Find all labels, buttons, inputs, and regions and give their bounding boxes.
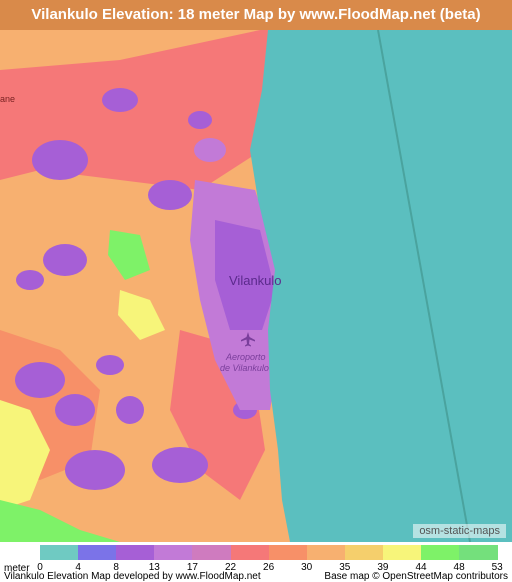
legend-swatch bbox=[40, 545, 79, 560]
depression bbox=[15, 362, 65, 398]
sea-area bbox=[250, 30, 512, 542]
depression bbox=[148, 180, 192, 210]
depression bbox=[188, 111, 212, 129]
attribution-badge: osm-static-maps bbox=[413, 524, 506, 538]
airport-label-line2: de Vilankulo bbox=[220, 363, 269, 373]
depression bbox=[194, 138, 226, 162]
map-canvas[interactable]: Vilankulo Aeroporto de Vilankulo ane bbox=[0, 30, 512, 542]
legend-swatch bbox=[268, 545, 308, 560]
elevation-legend: meter 0 4 8 13 17 22 26 30 35 39 44 48 53 Vilankulo … bbox=[0, 542, 512, 582]
footer-credit: Vilankulo Elevation Map developed by www… bbox=[4, 571, 261, 582]
legend-tick: 26 bbox=[263, 562, 275, 573]
legend-swatch bbox=[421, 545, 460, 560]
depression bbox=[96, 355, 124, 375]
depression bbox=[116, 396, 144, 424]
depression bbox=[55, 394, 95, 426]
depression bbox=[65, 450, 125, 490]
legend-swatch bbox=[230, 545, 270, 560]
depression bbox=[43, 244, 87, 276]
footer-attribution: Base map © OpenStreetMap contributors bbox=[324, 571, 508, 582]
legend-swatch bbox=[116, 545, 155, 560]
depression bbox=[16, 270, 44, 290]
depression bbox=[152, 447, 208, 483]
legend-swatch bbox=[306, 545, 346, 560]
elevation-map[interactable]: Vilankulo Aeroporto de Vilankulo ane osm… bbox=[0, 30, 512, 542]
airport-label-line1: Aeroporto bbox=[225, 352, 266, 362]
legend-swatch bbox=[382, 545, 422, 560]
depression bbox=[102, 88, 138, 112]
depression bbox=[32, 140, 88, 180]
legend-swatch bbox=[154, 545, 193, 560]
legend-swatch bbox=[192, 545, 231, 560]
legend-swatch bbox=[344, 545, 384, 560]
legend-swatch bbox=[459, 545, 498, 560]
legend-tick: 30 bbox=[301, 562, 313, 573]
edge-label: ane bbox=[0, 94, 15, 104]
city-label: Vilankulo bbox=[229, 273, 282, 288]
legend-swatch bbox=[78, 545, 117, 560]
page-title: Vilankulo Elevation: 18 meter Map by www… bbox=[0, 0, 512, 30]
